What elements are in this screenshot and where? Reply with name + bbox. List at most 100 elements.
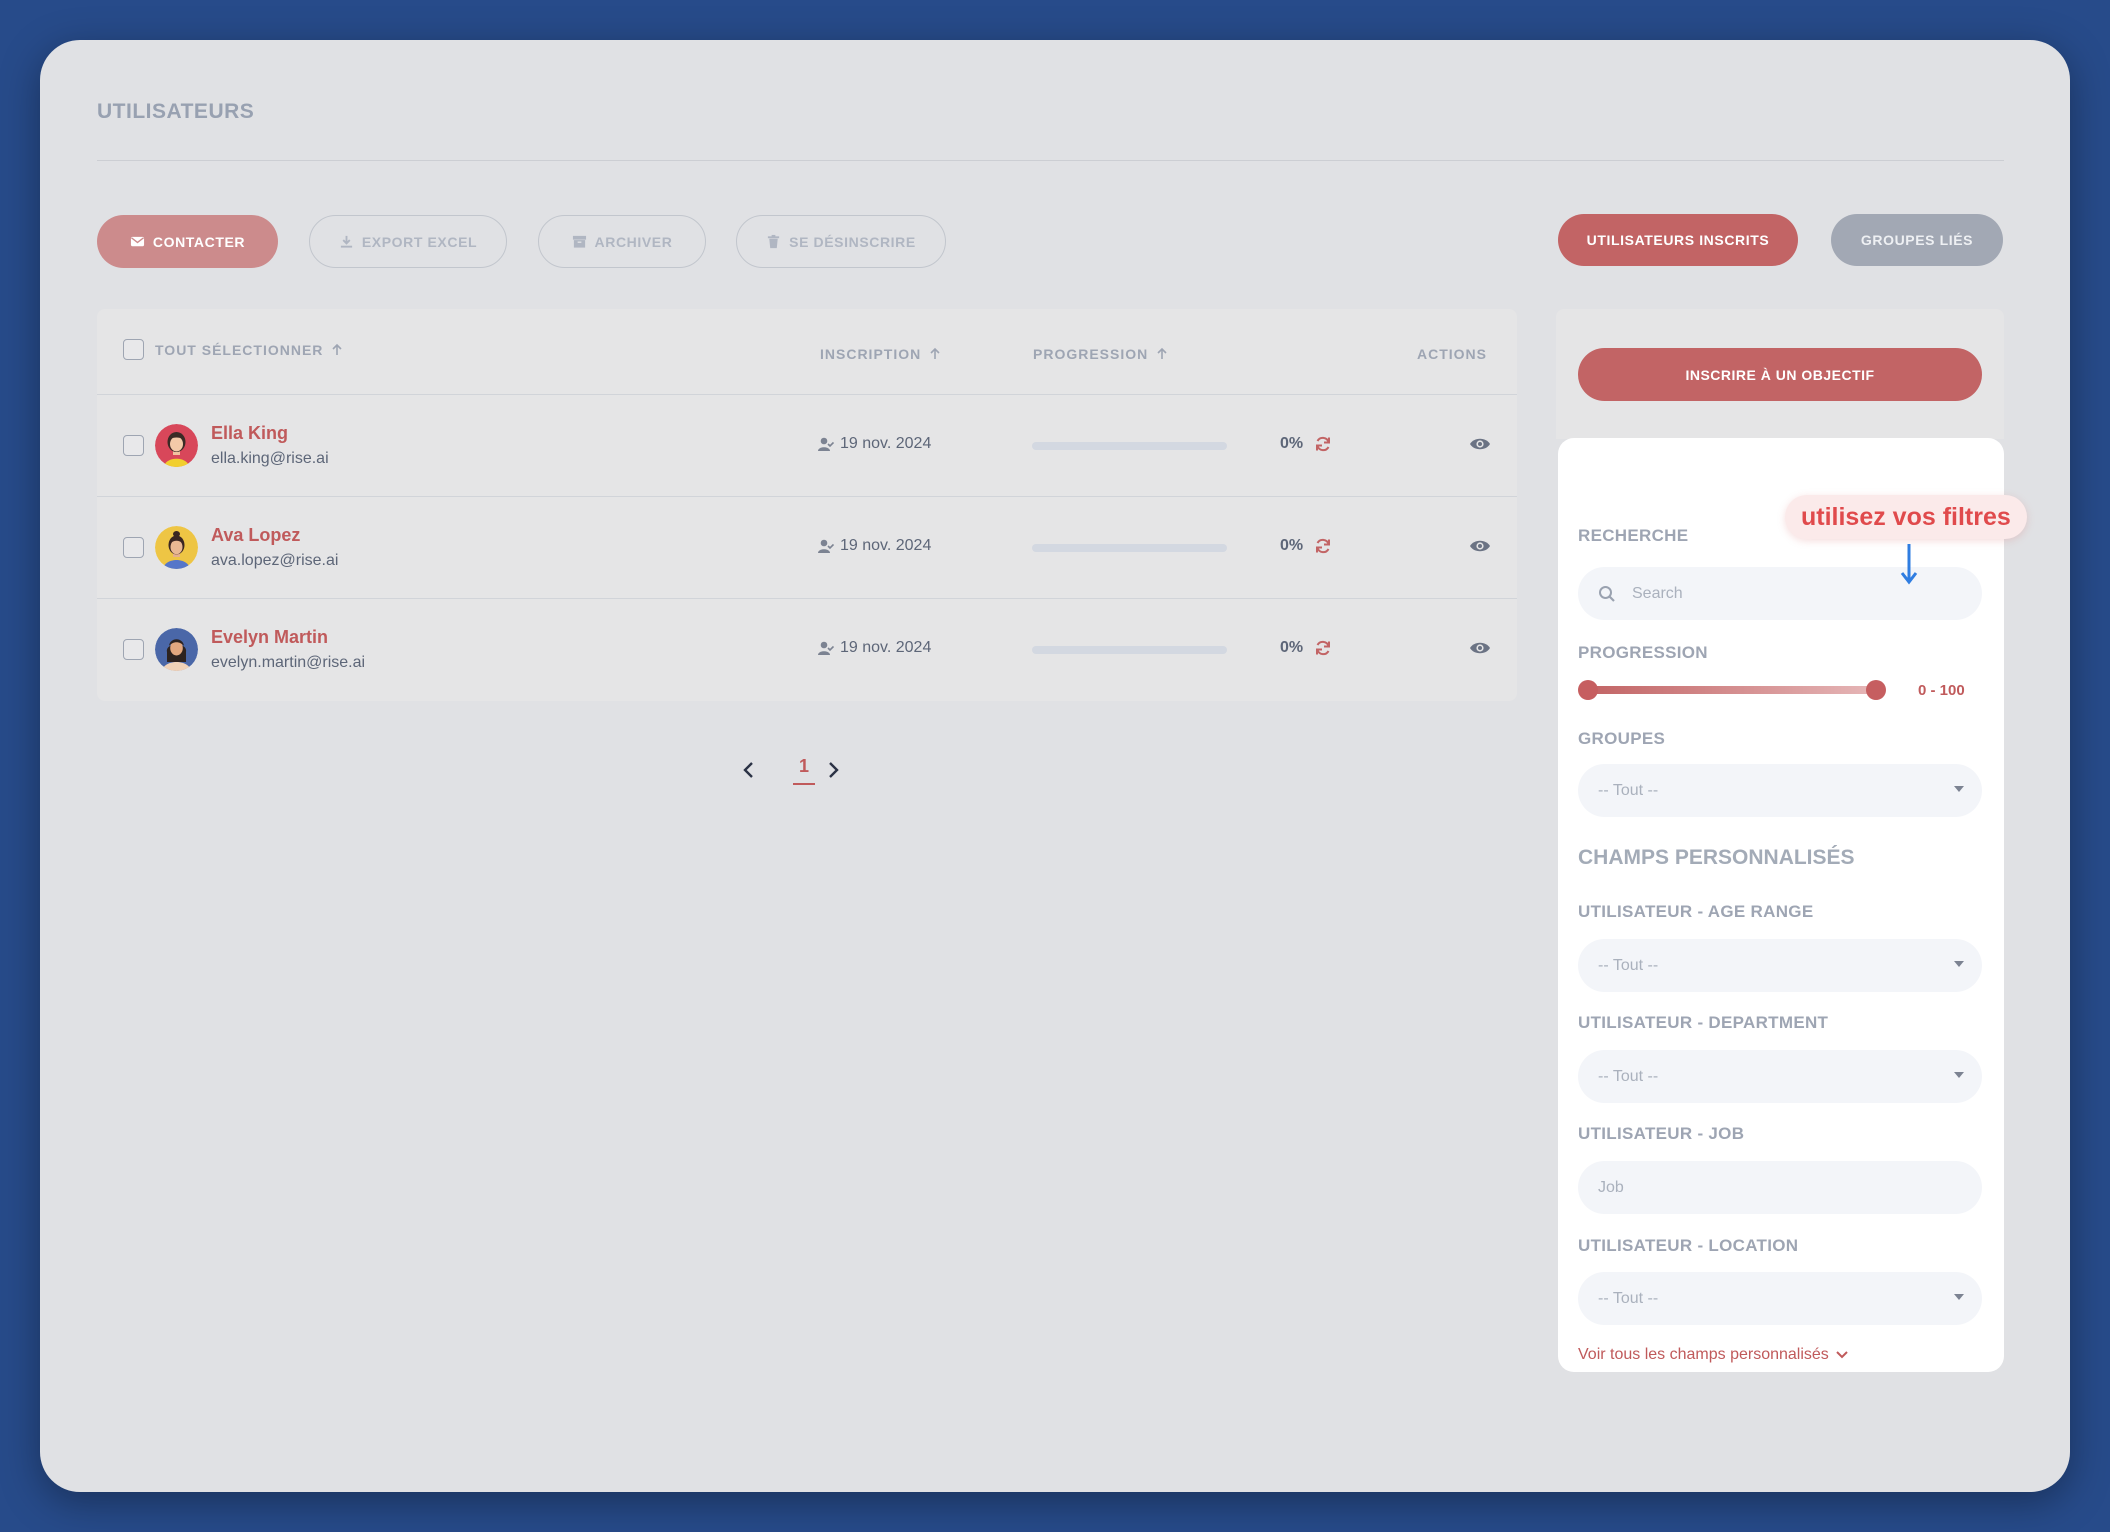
table-header: TOUT SÉLECTIONNER INSCRIPTION PROGRESSIO… [97,309,1517,395]
view-eye-icon[interactable] [1469,537,1491,555]
progress-percent: 0% [1280,639,1304,656]
actions-header: ACTIONS [1417,346,1487,362]
chevron-left-icon[interactable] [740,760,758,780]
progress-percent: 0% [1280,537,1304,554]
row-checkbox[interactable] [123,639,144,660]
refresh-icon[interactable] [1314,537,1332,555]
user-name-link[interactable]: Evelyn Martin [211,627,328,648]
page-title: UTILISATEURS [97,100,255,123]
caret-down-icon [1954,1294,1964,1300]
enrollment-header-label: INSCRIPTION [820,346,922,362]
table-row[interactable]: Ella King ella.king@rise.ai 19 nov. 2024… [97,395,1517,497]
avatar [155,628,198,671]
caret-down-icon [1954,786,1964,792]
sort-arrow-up-icon [930,347,940,359]
download-icon [340,235,352,248]
range-min-handle[interactable] [1578,680,1598,700]
arrow-down-icon [1900,544,1918,585]
enrollment-header[interactable]: INSCRIPTION [820,346,942,362]
archive-button[interactable]: ARCHIVER [538,215,706,268]
envelope-icon [130,236,144,247]
search-input[interactable]: Search [1578,567,1982,620]
enrollment-date: 19 nov. 2024 [817,537,931,555]
job-placeholder: Job [1598,1178,1624,1196]
location-select[interactable]: -- Tout -- [1578,1272,1982,1325]
table-row[interactable]: Evelyn Martin evelyn.martin@rise.ai 19 n… [97,599,1517,701]
table-row[interactable]: Ava Lopez ava.lopez@rise.ai 19 nov. 2024… [97,497,1517,599]
progress-bar [1032,646,1227,654]
progress-percent: 0% [1280,435,1304,452]
page-number-current[interactable]: 1 [793,756,815,785]
search-placeholder: Search [1632,584,1683,602]
divider [97,160,2004,161]
search-label: RECHERCHE [1578,526,1689,545]
progress-header[interactable]: PROGRESSION [1033,346,1169,362]
refresh-icon[interactable] [1314,435,1332,453]
enrollment-date: 19 nov. 2024 [817,435,931,453]
job-input[interactable]: Job [1578,1161,1982,1214]
department-label: UTILISATEUR - DEPARTMENT [1578,1013,1829,1032]
select-all-header[interactable]: TOUT SÉLECTIONNER [155,342,344,358]
age-range-label: UTILISATEUR - AGE RANGE [1578,902,1814,921]
see-all-label: Voir tous les champs personnalisés [1578,1346,1829,1363]
row-checkbox[interactable] [123,435,144,456]
unsubscribe-label: SE DÉSINSCRIRE [789,233,916,250]
department-value: -- Tout -- [1598,1067,1659,1085]
users-table: TOUT SÉLECTIONNER INSCRIPTION PROGRESSIO… [97,309,1517,701]
groups-select[interactable]: -- Tout -- [1578,764,1982,817]
progress-range-slider[interactable] [1588,686,1878,694]
caret-down-icon [1954,961,1964,967]
archive-label: ARCHIVER [594,233,673,250]
row-checkbox[interactable] [123,537,144,558]
enrollment-date-text: 19 nov. 2024 [840,639,932,656]
user-email: ella.king@rise.ai [211,450,329,467]
user-check-icon [818,641,834,655]
user-check-icon [818,437,834,451]
user-check-icon [818,539,834,553]
archive-box-icon [572,235,586,248]
department-select[interactable]: -- Tout -- [1578,1050,1982,1103]
custom-fields-title: CHAMPS PERSONNALISÉS [1578,846,1855,869]
search-icon [1599,585,1615,602]
see-all-custom-fields-link[interactable]: Voir tous les champs personnalisés [1578,1346,1849,1364]
location-label: UTILISATEUR - LOCATION [1578,1236,1799,1255]
chevron-down-icon [1836,1351,1848,1359]
refresh-icon[interactable] [1314,639,1332,657]
progress-header-label: PROGRESSION [1033,346,1149,362]
sort-arrow-up-icon [1157,347,1167,359]
groups-label: GROUPES [1578,729,1666,748]
select-all-label: TOUT SÉLECTIONNER [155,342,324,358]
avatar [155,424,198,467]
enrollment-date-text: 19 nov. 2024 [840,435,932,452]
app-window: UTILISATEURS CONTACTER EXPORT EXCEL ARCH… [40,40,2070,1492]
avatar [155,526,198,569]
age-range-select[interactable]: -- Tout -- [1578,939,1982,992]
export-excel-button[interactable]: EXPORT EXCEL [309,215,507,268]
unsubscribe-button[interactable]: SE DÉSINSCRIRE [736,215,946,268]
chevron-right-icon[interactable] [824,760,842,780]
range-max-handle[interactable] [1866,680,1886,700]
view-eye-icon[interactable] [1469,435,1491,453]
tab-enrolled-users[interactable]: UTILISATEURS INSCRITS [1558,214,1798,266]
user-email: ava.lopez@rise.ai [211,552,339,569]
enroll-goal-button[interactable]: INSCRIRE À UN OBJECTIF [1578,348,1982,401]
user-name-link[interactable]: Ella King [211,423,288,444]
contact-button[interactable]: CONTACTER [97,215,278,268]
view-eye-icon[interactable] [1469,639,1491,657]
location-value: -- Tout -- [1598,1289,1659,1307]
user-name-link[interactable]: Ava Lopez [211,525,300,546]
groups-select-value: -- Tout -- [1598,781,1659,799]
trash-icon [768,234,780,249]
job-label: UTILISATEUR - JOB [1578,1124,1745,1143]
progress-bar [1032,544,1227,552]
progress-range-value: 0 - 100 [1918,682,1965,699]
select-all-checkbox[interactable] [123,339,144,360]
contact-button-label: CONTACTER [152,233,246,250]
export-excel-label: EXPORT EXCEL [361,233,478,250]
age-range-value: -- Tout -- [1598,956,1659,974]
filters-hint-callout: utilisez vos filtres [1785,495,2027,539]
caret-down-icon [1954,1072,1964,1078]
enrollment-date: 19 nov. 2024 [817,639,931,657]
progress-bar [1032,442,1227,450]
tab-linked-groups[interactable]: GROUPES LIÉS [1831,214,2003,266]
